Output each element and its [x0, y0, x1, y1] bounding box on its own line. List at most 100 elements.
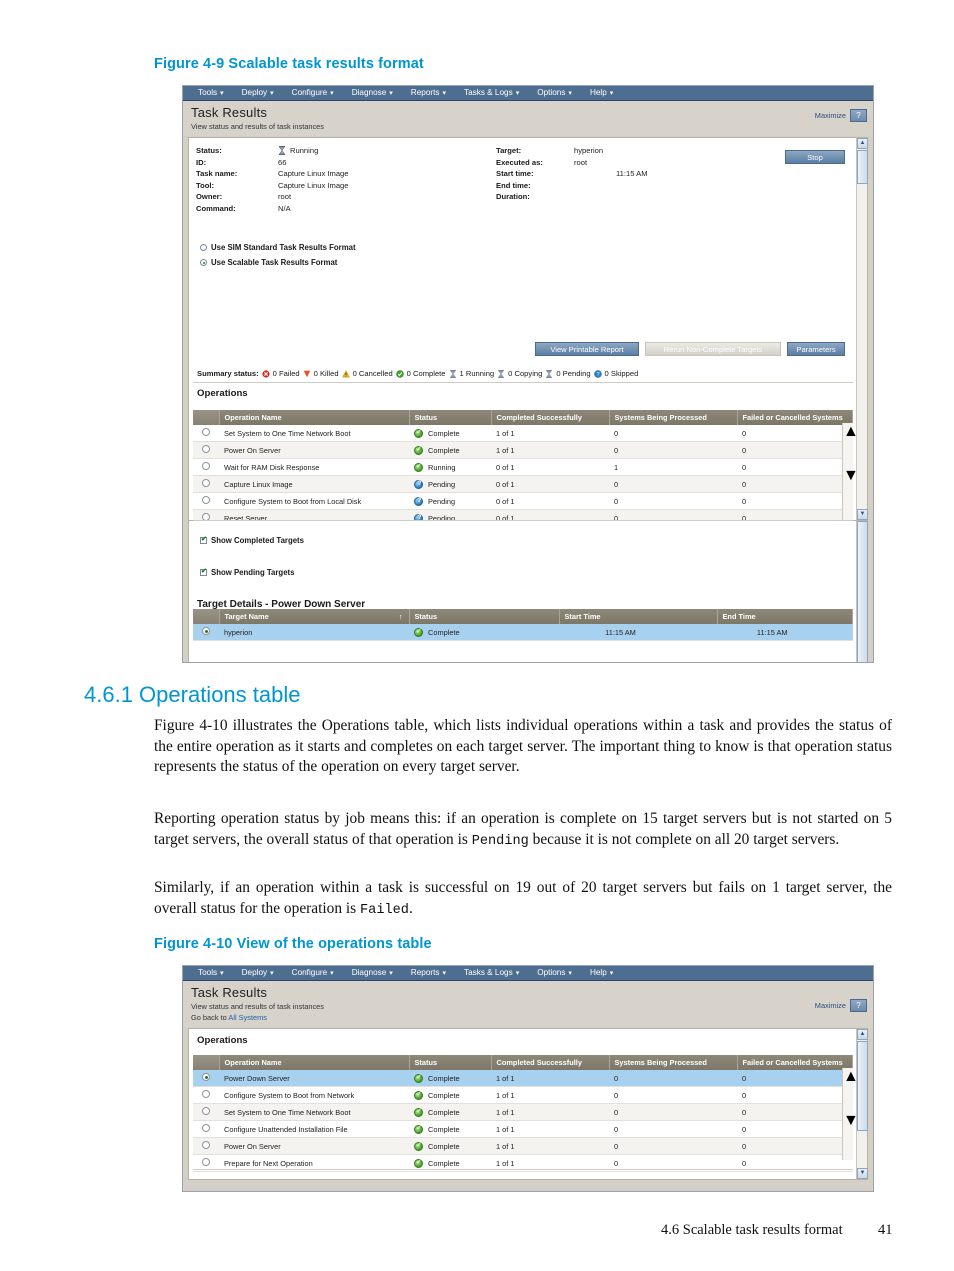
- menu-item-tasks-logs[interactable]: Tasks & Logs ▾: [455, 86, 528, 101]
- table-row[interactable]: Power On Server Complete 1 of 1 0 0: [193, 441, 853, 459]
- table-row[interactable]: Configure System to Boot from Network Co…: [193, 1086, 853, 1104]
- table-row[interactable]: Set System to One Time Network Boot Comp…: [193, 425, 853, 442]
- row-radio-icon[interactable]: [202, 1090, 210, 1098]
- menu-item-tasks-logs[interactable]: Tasks & Logs ▾: [455, 966, 528, 981]
- sort-ascending-icon[interactable]: ↑: [399, 612, 403, 621]
- menu-item-deploy[interactable]: Deploy ▾: [233, 86, 283, 101]
- col-status[interactable]: Status: [409, 1055, 492, 1070]
- col-failed-cancelled-systems[interactable]: Failed or Cancelled Systems: [737, 1055, 853, 1070]
- scroll-thumb[interactable]: [843, 441, 853, 467]
- checkbox-show-completed-targets[interactable]: Show Completed Targets: [200, 535, 867, 546]
- help-button[interactable]: ?: [850, 999, 867, 1012]
- row-select-cell[interactable]: [193, 492, 219, 510]
- maximize-label[interactable]: Maximize: [815, 1001, 846, 1010]
- table-row[interactable]: Configure System to Boot from Local Disk…: [193, 492, 853, 510]
- table-row[interactable]: Power On Server Complete 1 of 1 0 0: [193, 1137, 853, 1155]
- row-select-cell[interactable]: [193, 441, 219, 459]
- checkbox-icon-checked[interactable]: [200, 535, 207, 544]
- row-select-cell[interactable]: [193, 1086, 219, 1104]
- col-failed-cancelled-systems[interactable]: Failed or Cancelled Systems: [737, 410, 853, 425]
- row-select-cell[interactable]: [193, 1120, 219, 1138]
- operations-table-scrollbar-fig2[interactable]: ▲ ▼: [842, 1068, 859, 1160]
- radio-scalable[interactable]: Use Scalable Task Results Format: [200, 257, 867, 268]
- col-status[interactable]: Status: [409, 609, 560, 624]
- menu-item-tools[interactable]: Tools ▾: [189, 86, 233, 101]
- row-select-cell[interactable]: [193, 475, 219, 493]
- scroll-thumb[interactable]: [857, 521, 868, 662]
- menu-item-help[interactable]: Help ▾: [581, 966, 622, 981]
- row-radio-icon[interactable]: [202, 496, 210, 504]
- scroll-down-arrow[interactable]: ▼: [843, 467, 859, 485]
- checkbox-icon-checked[interactable]: [200, 567, 207, 576]
- row-radio-icon[interactable]: [202, 462, 210, 470]
- row-radio-icon[interactable]: [202, 445, 210, 453]
- row-radio-icon[interactable]: [202, 479, 210, 487]
- menu-item-help[interactable]: Help ▾: [581, 86, 622, 101]
- parameters-button[interactable]: Parameters: [787, 342, 845, 356]
- col-systems-being-processed[interactable]: Systems Being Processed: [609, 410, 738, 425]
- stop-button-top[interactable]: Stop: [785, 150, 845, 164]
- col-systems-being-processed[interactable]: Systems Being Processed: [609, 1055, 738, 1070]
- menu-item-deploy[interactable]: Deploy ▾: [233, 966, 283, 981]
- menu-item-tools[interactable]: Tools ▾: [189, 966, 233, 981]
- maximize-control-fig2[interactable]: Maximize ?: [815, 999, 867, 1012]
- scroll-up-arrow[interactable]: ▲: [843, 1068, 859, 1086]
- radio-icon-selected[interactable]: [200, 259, 207, 266]
- col-operation-name[interactable]: Operation Name: [219, 410, 410, 425]
- table-row[interactable]: Set System to One Time Network Boot Comp…: [193, 1103, 853, 1121]
- col-completed-successfully[interactable]: Completed Successfully: [491, 1055, 610, 1070]
- col-operation-name[interactable]: Operation Name: [219, 1055, 410, 1070]
- operations-table-scrollbar-fig1[interactable]: ▲ ▼: [842, 423, 859, 527]
- radio-icon-unselected[interactable]: [200, 244, 207, 251]
- all-systems-link[interactable]: All Systems: [228, 1013, 267, 1022]
- col-target-name[interactable]: Target Name ↑: [219, 609, 410, 624]
- menu-item-options[interactable]: Options ▾: [528, 966, 581, 981]
- scroll-down-arrow[interactable]: ▼: [857, 1168, 868, 1179]
- menu-item-reports[interactable]: Reports ▾: [402, 966, 455, 981]
- row-select-cell[interactable]: [193, 425, 219, 442]
- col-status[interactable]: Status: [409, 410, 492, 425]
- table-row[interactable]: hyperion Complete 11:15 AM 11:15 AM: [193, 624, 853, 641]
- table-row[interactable]: Configure Unattended Installation File C…: [193, 1120, 853, 1138]
- row-radio-icon[interactable]: [202, 1107, 210, 1115]
- menu-item-configure[interactable]: Configure ▾: [283, 966, 343, 981]
- lower-panel-scrollbar[interactable]: ▼: [856, 521, 868, 662]
- checkbox-show-pending-targets[interactable]: Show Pending Targets: [200, 567, 867, 578]
- scroll-thumb[interactable]: [843, 1086, 853, 1112]
- menu-item-diagnose[interactable]: Diagnose ▾: [343, 966, 402, 981]
- col-start-time[interactable]: Start Time: [559, 609, 718, 624]
- scroll-up-arrow[interactable]: ▲: [857, 1029, 868, 1040]
- menu-item-reports[interactable]: Reports ▾: [402, 86, 455, 101]
- scroll-down-arrow[interactable]: ▼: [843, 1112, 859, 1130]
- row-radio-icon-selected[interactable]: [202, 627, 210, 635]
- action-button-row[interactable]: View Printable Report Rerun Non-Complete…: [535, 342, 845, 356]
- maximize-control-fig1[interactable]: Maximize ?: [815, 109, 867, 122]
- scroll-up-arrow[interactable]: ▲: [843, 423, 859, 441]
- row-select-cell[interactable]: [193, 1070, 219, 1087]
- row-radio-icon[interactable]: [202, 1124, 210, 1132]
- row-radio-icon[interactable]: [202, 1158, 210, 1166]
- table-row[interactable]: Power Down Server Complete 1 of 1 0 0: [193, 1070, 853, 1087]
- menu-item-options[interactable]: Options ▾: [528, 86, 581, 101]
- table-row[interactable]: Wait for RAM Disk Response Running 0 of …: [193, 458, 853, 476]
- help-button[interactable]: ?: [850, 109, 867, 122]
- row-select-cell[interactable]: [193, 458, 219, 476]
- menu-item-configure[interactable]: Configure ▾: [283, 86, 343, 101]
- maximize-label[interactable]: Maximize: [815, 111, 846, 120]
- row-select-cell[interactable]: [193, 624, 219, 641]
- col-end-time[interactable]: End Time: [717, 609, 853, 624]
- panel-scrollbar-fig2[interactable]: ▲ ▼: [856, 1029, 868, 1179]
- row-radio-icon[interactable]: [202, 1141, 210, 1149]
- menu-item-diagnose[interactable]: Diagnose ▾: [343, 86, 402, 101]
- view-printable-report-button[interactable]: View Printable Report: [535, 342, 639, 356]
- row-radio-icon[interactable]: [202, 428, 210, 436]
- col-completed-successfully[interactable]: Completed Successfully: [491, 410, 610, 425]
- row-radio-icon-selected[interactable]: [202, 1073, 210, 1081]
- radio-sim-standard[interactable]: Use SIM Standard Task Results Format: [200, 242, 867, 253]
- menu-bar-fig2[interactable]: Tools ▾ Deploy ▾ Configure ▾ Diagnose ▾ Repo…: [183, 966, 873, 981]
- results-format-options[interactable]: Use SIM Standard Task Results Format Use…: [200, 242, 867, 268]
- menu-bar-fig1[interactable]: Tools ▾ Deploy ▾ Configure ▾ Diagnose ▾ Repo…: [183, 86, 873, 101]
- scroll-down-arrow[interactable]: ▼: [857, 509, 868, 520]
- row-select-cell[interactable]: [193, 1137, 219, 1155]
- row-select-cell[interactable]: [193, 1103, 219, 1121]
